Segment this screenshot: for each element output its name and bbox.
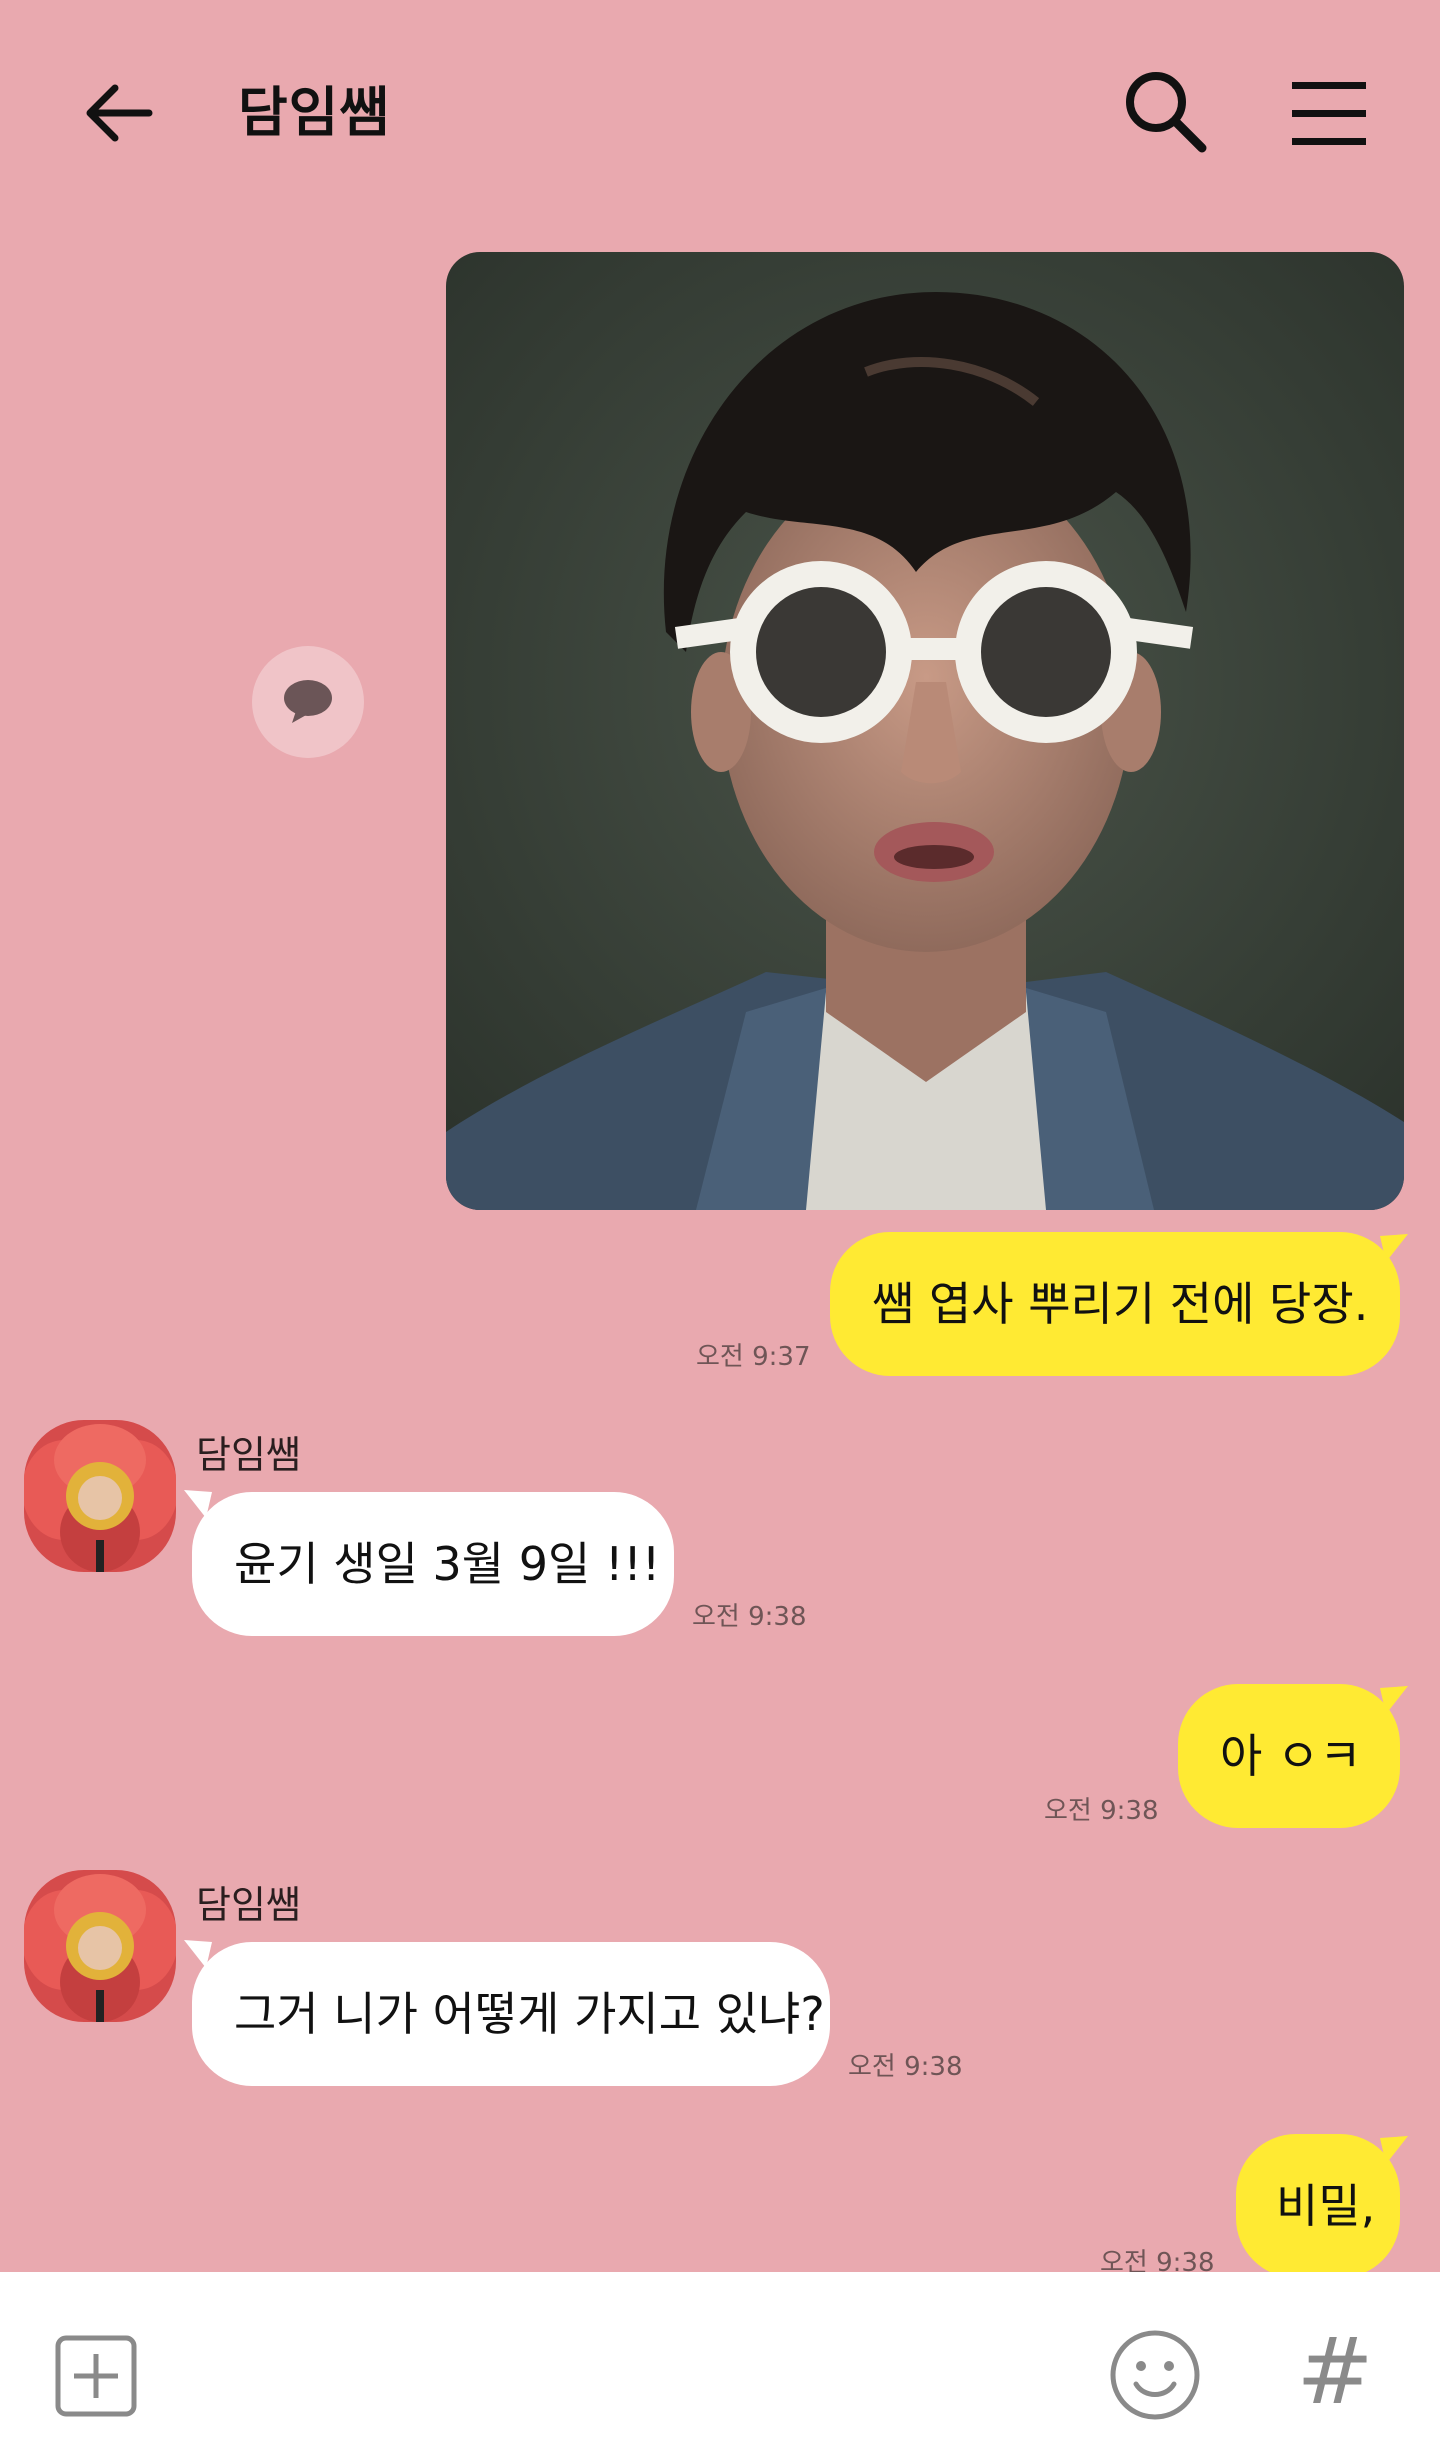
plus-square-icon — [55, 2335, 137, 2417]
search-icon — [1126, 72, 1207, 153]
sender-name: 담임쌤 — [196, 1883, 301, 1927]
chat-title: 담임쌤 — [238, 81, 391, 144]
message-time: 오전 9:38 — [848, 2052, 963, 2082]
received-message-bubble[interactable]: 윤기 생일 3월 9일 !!! — [192, 1492, 674, 1636]
speech-bubble-icon — [284, 680, 332, 723]
message-time: 오전 9:37 — [696, 1342, 811, 1372]
hashtag-button[interactable]: # — [1290, 2322, 1380, 2422]
menu-button[interactable] — [1284, 70, 1374, 156]
flower-avatar-image — [24, 1420, 176, 1572]
sender-name: 담임쌤 — [196, 1433, 301, 1477]
message-time: 오전 9:38 — [1044, 1796, 1159, 1826]
avatar[interactable] — [24, 1870, 176, 2022]
hamburger-menu-icon — [1292, 82, 1366, 145]
arrow-left-icon — [86, 84, 153, 142]
portrait-photo — [446, 252, 1404, 1210]
chat-header: 담임쌤 — [0, 0, 1440, 220]
avatar[interactable] — [24, 1420, 176, 1572]
share-button[interactable] — [252, 646, 364, 758]
message-time: 오전 9:38 — [692, 1602, 807, 1632]
sent-message-bubble[interactable]: 비밀, — [1236, 2134, 1400, 2278]
sent-message-bubble[interactable]: 쌤 엽사 뿌리기 전에 당장. — [830, 1232, 1400, 1376]
attach-button[interactable] — [54, 2334, 138, 2418]
photo-message[interactable] — [446, 252, 1404, 1210]
sent-message-bubble[interactable]: 아 ㅇㅋ — [1178, 1684, 1400, 1828]
search-button[interactable] — [1120, 66, 1212, 158]
back-button[interactable] — [72, 72, 164, 154]
input-bar: # — [0, 2272, 1440, 2464]
emoji-button[interactable] — [1108, 2328, 1202, 2422]
received-message-bubble[interactable]: 그거 니가 어떻게 가지고 있냐? — [192, 1942, 830, 2086]
smiley-icon — [1110, 2330, 1200, 2420]
flower-avatar-image — [24, 1870, 176, 2022]
